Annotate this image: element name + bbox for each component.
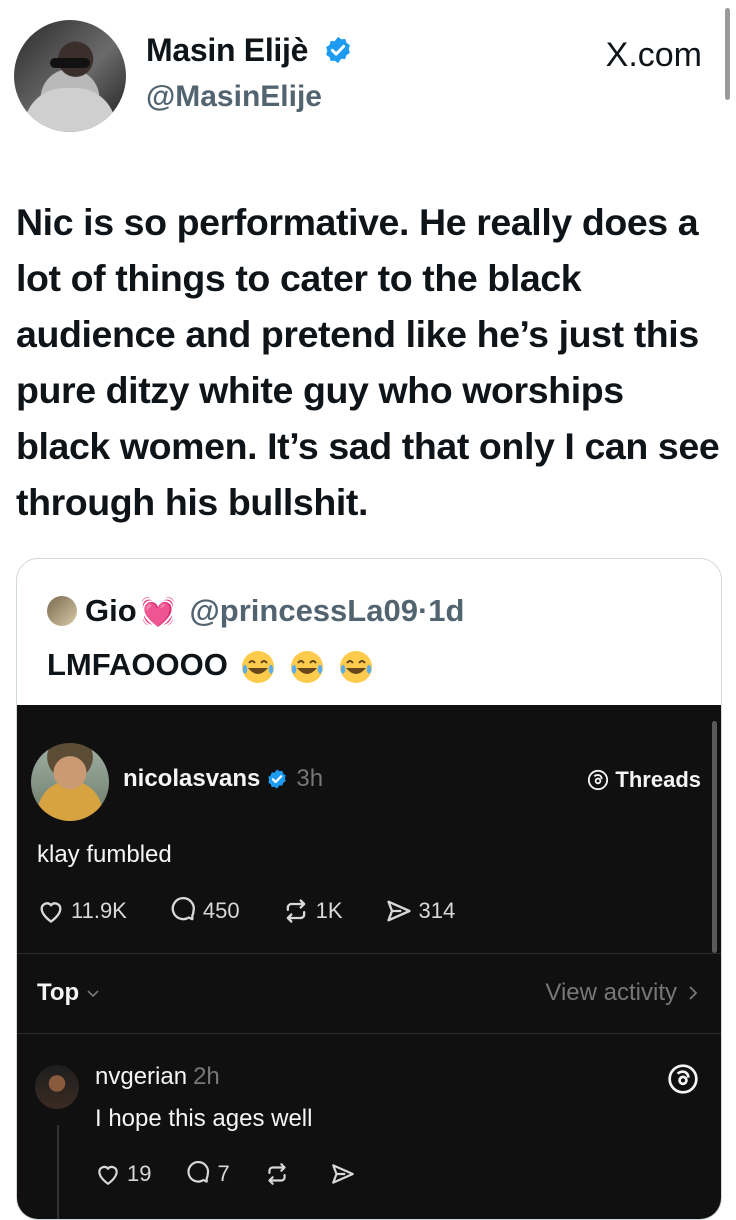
quoted-tweet-text-row: LMFAOOOO bbox=[47, 647, 374, 685]
quoted-tweet-header: Gio 💓 @princessLa09·1d bbox=[47, 591, 464, 631]
reply-text: I hope this ages well bbox=[95, 1105, 313, 1132]
reply-like-count: 19 bbox=[127, 1161, 152, 1186]
send-icon bbox=[331, 1164, 354, 1184]
heart-icon bbox=[40, 902, 62, 923]
send-icon bbox=[386, 900, 411, 922]
threads-logo-icon bbox=[588, 769, 609, 791]
embed-scrollbar bbox=[712, 721, 717, 953]
share-count: 314 bbox=[418, 898, 456, 923]
comment-icon bbox=[187, 1161, 210, 1183]
threads-post-time: 3h bbox=[296, 765, 324, 792]
laughing-tears-emoji-icon bbox=[291, 650, 324, 683]
quoted-author-name[interactable]: Gio bbox=[85, 593, 137, 629]
threads-brand-text: Threads bbox=[615, 767, 701, 792]
threads-brand-label: Threads bbox=[587, 767, 701, 793]
reply-reply-count: 7 bbox=[217, 1161, 230, 1186]
divider bbox=[17, 953, 721, 954]
author-name[interactable]: Masin Elijè bbox=[146, 32, 308, 68]
threads-embed-screenshot: nicolasvans 3h Threads klay fumbled 11.9… bbox=[17, 705, 721, 1219]
verified-badge-icon bbox=[268, 769, 287, 789]
chevron-right-icon bbox=[689, 986, 698, 1000]
quoted-author-avatar[interactable] bbox=[47, 596, 77, 626]
sort-top-selector: Top bbox=[37, 979, 101, 1007]
quoted-author-handle-time[interactable]: @princessLa09·1d bbox=[190, 593, 465, 629]
page-scrollbar[interactable] bbox=[725, 8, 730, 100]
avatar-sunglasses bbox=[50, 58, 90, 68]
threads-logo-icon bbox=[668, 1064, 698, 1094]
author-handle[interactable]: @MasinElije bbox=[146, 80, 322, 114]
threads-post-stats: 11.9K 450 1K 314 bbox=[37, 897, 497, 925]
threads-repost-stat: 1K bbox=[282, 897, 343, 925]
heart-emoji: 💓 bbox=[140, 595, 176, 627]
threads-username: nicolasvans bbox=[123, 765, 261, 792]
author-name-row[interactable]: Masin Elijè bbox=[146, 32, 353, 69]
threads-author-row: nicolasvans 3h bbox=[123, 765, 323, 793]
reply-username: nvgerian bbox=[95, 1063, 188, 1090]
avatar-fur-coat bbox=[24, 88, 116, 132]
laughing-tears-emoji-icon bbox=[242, 650, 275, 683]
reply-author-avatar bbox=[35, 1065, 79, 1109]
author-avatar[interactable] bbox=[14, 20, 126, 132]
threads-author-avatar bbox=[31, 743, 109, 821]
repost-count: 1K bbox=[315, 898, 343, 923]
threads-share-stat: 314 bbox=[385, 897, 456, 925]
view-activity-label: View activity bbox=[545, 979, 677, 1006]
repost-icon bbox=[268, 1163, 286, 1185]
reply-reply-stat: 7 bbox=[185, 1161, 230, 1187]
reply-author-row: nvgerian 2h bbox=[95, 1063, 220, 1091]
threads-post-body: klay fumbled bbox=[37, 841, 172, 868]
heart-icon bbox=[98, 1165, 118, 1186]
repost-icon bbox=[286, 899, 305, 923]
verified-badge-icon bbox=[325, 36, 350, 63]
view-activity-link: View activity bbox=[545, 979, 699, 1007]
reply-repost-stat bbox=[264, 1161, 296, 1187]
tweet-text: Nic is so performative. He really does a… bbox=[16, 201, 720, 523]
reply-threads-icon-wrapper bbox=[667, 1063, 699, 1100]
chevron-down-icon bbox=[87, 990, 99, 998]
threads-like-stat: 11.9K bbox=[37, 898, 127, 924]
quoted-tweet-text: LMFAOOOO bbox=[47, 647, 228, 682]
reply-stats: 19 7 bbox=[95, 1161, 396, 1187]
laughing-tears-emoji-icon bbox=[339, 650, 372, 683]
reply-share-stat bbox=[330, 1161, 362, 1187]
reply-thread-line bbox=[57, 1125, 59, 1219]
like-count: 11.9K bbox=[71, 898, 127, 923]
quoted-tweet-card[interactable]: Gio 💓 @princessLa09·1d LMFAOOOO nicolasv… bbox=[16, 558, 722, 1220]
reply-count: 450 bbox=[202, 898, 240, 923]
divider bbox=[17, 1033, 721, 1034]
threads-reply-stat: 450 bbox=[169, 897, 240, 925]
comment-icon bbox=[171, 897, 195, 921]
site-label: X.com bbox=[605, 36, 702, 74]
reply-time: 2h bbox=[193, 1063, 220, 1090]
reply-like-stat: 19 bbox=[95, 1161, 151, 1187]
sort-label: Top bbox=[37, 979, 80, 1006]
